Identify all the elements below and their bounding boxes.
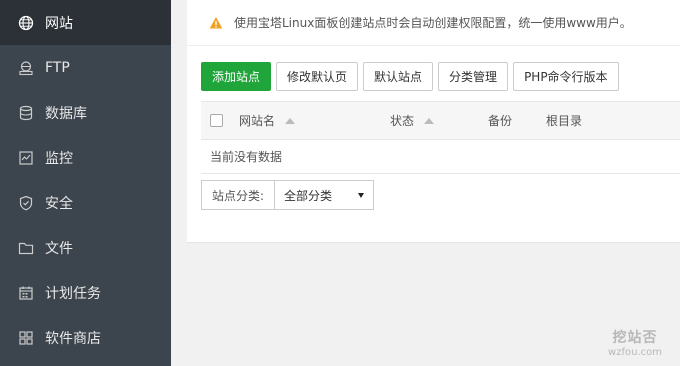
watermark: 挖站否 wzfou.com bbox=[608, 327, 662, 358]
database-icon bbox=[18, 105, 34, 121]
default-site-button[interactable]: 默认站点 bbox=[363, 62, 434, 91]
sidebar-item-label: 计划任务 bbox=[45, 285, 101, 302]
site-table: 网站名 状态 备份 根目录 当前没有数据 bbox=[201, 101, 680, 174]
column-root-dir: 根目录 bbox=[546, 112, 582, 129]
watermark-title: 挖站否 bbox=[612, 330, 658, 346]
sidebar-item-label: 安全 bbox=[45, 195, 73, 212]
notice-banner: 使用宝塔Linux面板创建站点时会自动创建权限配置，统一使用www用户。 bbox=[187, 0, 680, 46]
category-selected: 全部分类 bbox=[284, 188, 333, 203]
sort-up-icon[interactable] bbox=[424, 117, 435, 124]
toolbar: 添加站点 修改默认页 默认站点 分类管理 PHP命令行版本 bbox=[201, 62, 624, 91]
watermark-subtitle: wzfou.com bbox=[608, 347, 662, 358]
sidebar: 网站 FTP 数据库 监控 安全 文件 计划任务 软件商店 bbox=[0, 0, 171, 366]
sidebar-item-cron[interactable]: 计划任务 bbox=[0, 270, 171, 315]
category-manage-button[interactable]: 分类管理 bbox=[438, 62, 509, 91]
php-cli-version-button[interactable]: PHP命令行版本 bbox=[513, 62, 619, 91]
sidebar-item-security[interactable]: 安全 bbox=[0, 180, 171, 225]
column-status[interactable]: 状态 bbox=[390, 112, 435, 129]
notice-text: 使用宝塔Linux面板创建站点时会自动创建权限配置，统一使用www用户。 bbox=[234, 16, 632, 30]
sidebar-item-database[interactable]: 数据库 bbox=[0, 90, 171, 135]
folder-icon bbox=[18, 240, 34, 256]
category-label: 站点分类: bbox=[201, 180, 275, 210]
sidebar-item-files[interactable]: 文件 bbox=[0, 225, 171, 270]
sidebar-item-label: 数据库 bbox=[45, 105, 87, 122]
empty-row: 当前没有数据 bbox=[201, 140, 680, 174]
column-label: 状态 bbox=[390, 114, 415, 128]
column-backup: 备份 bbox=[488, 112, 512, 129]
checkbox[interactable] bbox=[210, 114, 223, 127]
edit-default-page-button[interactable]: 修改默认页 bbox=[276, 62, 359, 91]
column-label: 根目录 bbox=[546, 114, 583, 128]
column-label: 网站名 bbox=[239, 114, 276, 128]
shield-icon bbox=[18, 195, 34, 211]
apps-icon bbox=[18, 330, 34, 346]
column-site-name[interactable]: 网站名 bbox=[239, 112, 296, 129]
add-site-button[interactable]: 添加站点 bbox=[201, 62, 272, 91]
warning-icon bbox=[209, 16, 223, 28]
sidebar-item-label: 网站 bbox=[45, 15, 73, 32]
main-content: 使用宝塔Linux面板创建站点时会自动创建权限配置，统一使用www用户。 添加站… bbox=[171, 0, 680, 366]
sidebar-item-label: 软件商店 bbox=[45, 330, 101, 347]
empty-text: 当前没有数据 bbox=[210, 150, 283, 164]
category-select[interactable]: 全部分类 bbox=[274, 180, 375, 210]
calendar-icon bbox=[18, 285, 34, 301]
sidebar-item-label: 文件 bbox=[45, 240, 73, 257]
monitor-icon bbox=[18, 150, 34, 166]
column-label: 备份 bbox=[488, 114, 513, 128]
globe-icon bbox=[18, 15, 34, 31]
chevron-down-icon bbox=[358, 192, 365, 198]
category-filter: 站点分类: 全部分类 bbox=[201, 180, 375, 210]
ftp-icon bbox=[18, 60, 34, 76]
sidebar-item-ftp[interactable]: FTP bbox=[0, 45, 171, 90]
sidebar-item-app-store[interactable]: 软件商店 bbox=[0, 315, 171, 360]
sidebar-item-monitor[interactable]: 监控 bbox=[0, 135, 171, 180]
table-header: 网站名 状态 备份 根目录 bbox=[201, 101, 680, 140]
select-all-checkbox[interactable] bbox=[210, 114, 223, 127]
sort-up-icon[interactable] bbox=[285, 117, 296, 124]
sidebar-item-label: 监控 bbox=[45, 150, 73, 167]
sidebar-item-label: FTP bbox=[45, 59, 70, 76]
sidebar-item-website[interactable]: 网站 bbox=[0, 0, 171, 45]
